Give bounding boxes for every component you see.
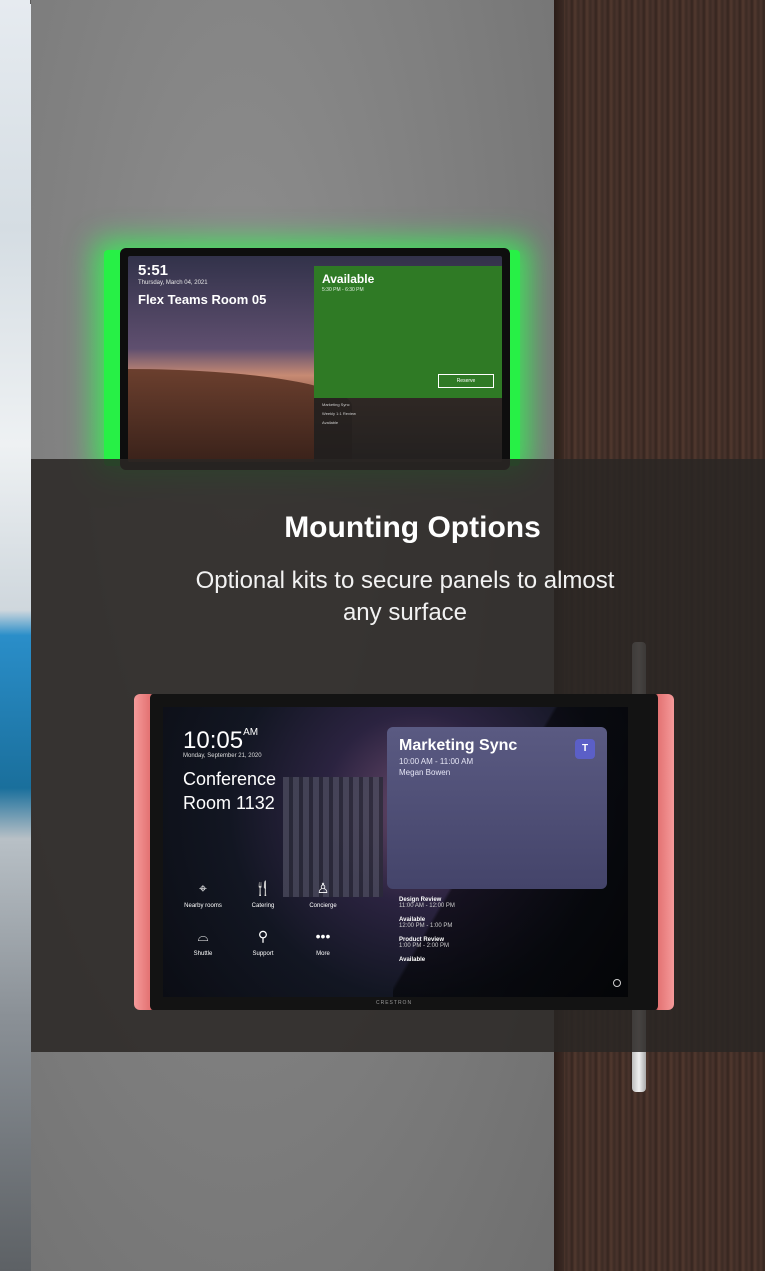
window-view [0,0,31,1271]
list-item: Marketing Sync [322,402,350,407]
location-pin-icon: ⌖ [199,880,207,896]
page-title: Mounting Options [284,511,541,544]
privacy-icon [613,979,621,987]
schedule-time: 12:00 PM - 1:00 PM [399,923,453,929]
service-catering[interactable]: 🍴 Catering [233,879,293,909]
panel-top-date: Thursday, March 04, 2021 [138,280,208,286]
service-support[interactable]: ⚲ Support [233,927,293,957]
panel-top-schedule: Marketing Sync Weekly 1:1 Review Availab… [314,398,502,462]
meeting-organizer: Megan Bowen [399,768,451,777]
schedule-title: Available [399,957,426,963]
service-label: Nearby rooms [184,903,222,909]
availability-status: Available [322,272,375,286]
meeting-title: Marketing Sync [399,737,518,754]
panel-bottom-date: Monday, September 21, 2020 [183,753,262,759]
reserve-button[interactable]: Reserve [438,374,494,388]
panel-top-room: Flex Teams Room 05 [138,292,267,307]
car-icon: ⌓ [197,928,209,944]
panel-top-screen: 5:51 Thursday, March 04, 2021 Flex Teams… [128,256,502,462]
schedule-time: 1:00 PM - 2:00 PM [399,943,450,949]
panel-top-time: 5:51 [138,262,169,279]
list-item: Weekly 1:1 Review [322,411,356,416]
service-label: Support [252,951,274,957]
list-item[interactable]: Design Review 11:00 AM - 12:00 PM [399,897,599,909]
service-nearby-rooms[interactable]: ⌖ Nearby rooms [173,879,233,909]
fork-knife-icon: 🍴 [254,880,272,896]
panel-bottom-screen: 10:05AM Monday, September 21, 2020 Confe… [163,707,628,997]
availability-time: 5:30 PM - 6:30 PM [322,287,364,293]
current-meeting-card[interactable]: Marketing Sync 10:00 AM - 11:00 AM Megan… [387,727,607,889]
more-icon: ••• [315,928,331,944]
panel-bottom-room: Conference Room 1132 [183,769,277,813]
brand-logo: CRESTRON [376,1000,413,1006]
support-icon: ⚲ [257,928,269,944]
time-value: 10:05 [183,727,244,754]
list-item[interactable]: Product Review 1:00 PM - 2:00 PM [399,937,599,949]
service-label: Shuttle [193,951,213,957]
page-subtitle: Optional kits to secure panels to almost… [195,567,615,626]
teams-icon: T [575,739,595,759]
service-concierge[interactable]: ♙ Concierge [293,879,353,909]
service-label: Concierge [309,903,337,909]
time-ampm: AM [243,727,259,738]
service-label: More [316,951,330,957]
services-grid: ⌖ Nearby rooms 🍴 Catering ♙ Concierge ⌓ … [173,879,353,957]
meeting-schedule: Design Review 11:00 AM - 12:00 PM Availa… [399,897,599,971]
list-item[interactable]: Available [399,957,599,963]
panel-bottom-time: 10:05AM [183,727,258,755]
service-label: Catering [251,903,275,909]
concierge-icon: ♙ [316,880,330,896]
service-more[interactable]: ••• More [293,927,353,957]
schedule-time: 11:00 AM - 12:00 PM [399,903,455,909]
list-item[interactable]: Available 12:00 PM - 1:00 PM [399,917,599,929]
service-shuttle[interactable]: ⌓ Shuttle [173,927,233,957]
availability-card[interactable]: Available 5:30 PM - 6:30 PM Reserve [314,266,502,398]
meeting-time: 10:00 AM - 11:00 AM [399,757,474,766]
touch-panel-top: 5:51 Thursday, March 04, 2021 Flex Teams… [120,248,510,470]
list-item: Available [322,420,339,425]
